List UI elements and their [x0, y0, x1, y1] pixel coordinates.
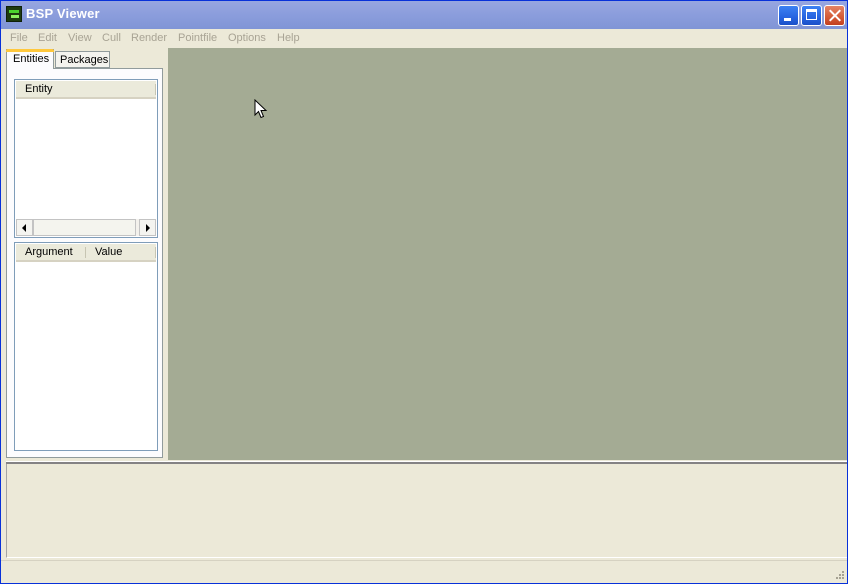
maximize-icon: [806, 9, 817, 20]
menu-pointfile[interactable]: Pointfile: [178, 29, 217, 47]
bsp-viewer-window: BSP Viewer File Edit View Cull Render Po…: [0, 0, 848, 584]
window-title: BSP Viewer: [26, 6, 100, 21]
size-grip-icon[interactable]: [833, 570, 845, 582]
minimize-icon: [784, 18, 791, 21]
column-header-entity[interactable]: Entity: [25, 81, 53, 97]
entity-list[interactable]: Entity: [14, 79, 158, 238]
tab-entities[interactable]: Entities: [6, 49, 54, 69]
title-bar[interactable]: BSP Viewer: [1, 1, 847, 29]
column-header-argument[interactable]: Argument: [25, 244, 73, 260]
app-icon[interactable]: [6, 6, 22, 22]
scroll-right-button[interactable]: [139, 219, 156, 236]
argument-list-header: Argument Value: [16, 244, 156, 262]
column-separator[interactable]: [155, 84, 156, 95]
menu-help[interactable]: Help: [277, 29, 300, 47]
minimize-button[interactable]: [778, 5, 799, 26]
menu-options[interactable]: Options: [228, 29, 266, 47]
menu-edit[interactable]: Edit: [38, 29, 57, 47]
tab-packages-label: Packages: [60, 54, 109, 66]
tab-packages[interactable]: Packages: [55, 51, 110, 68]
entity-list-header: Entity: [16, 81, 156, 99]
entities-tab-panel: Entity Argument Value: [6, 68, 163, 458]
arrow-left-icon: [22, 224, 26, 232]
scroll-left-button[interactable]: [16, 219, 33, 236]
column-header-value[interactable]: Value: [95, 244, 122, 260]
status-bar: [1, 560, 847, 583]
scrollbar-thumb[interactable]: [33, 219, 136, 236]
column-separator[interactable]: [85, 247, 86, 258]
menu-view[interactable]: View: [68, 29, 92, 47]
close-button[interactable]: [824, 5, 845, 26]
menu-render[interactable]: Render: [131, 29, 167, 47]
maximize-button[interactable]: [801, 5, 822, 26]
console-panel[interactable]: [6, 464, 847, 558]
horizontal-scrollbar[interactable]: [16, 219, 156, 236]
menu-bar: File Edit View Cull Render Pointfile Opt…: [1, 29, 847, 47]
argument-list[interactable]: Argument Value: [14, 242, 158, 451]
column-separator[interactable]: [155, 247, 156, 258]
menu-file[interactable]: File: [10, 29, 28, 47]
arrow-right-icon: [146, 224, 150, 232]
menu-cull[interactable]: Cull: [102, 29, 121, 47]
render-viewport[interactable]: [168, 48, 847, 460]
mouse-cursor-icon: [254, 99, 268, 119]
tab-entities-label: Entities: [13, 53, 50, 65]
